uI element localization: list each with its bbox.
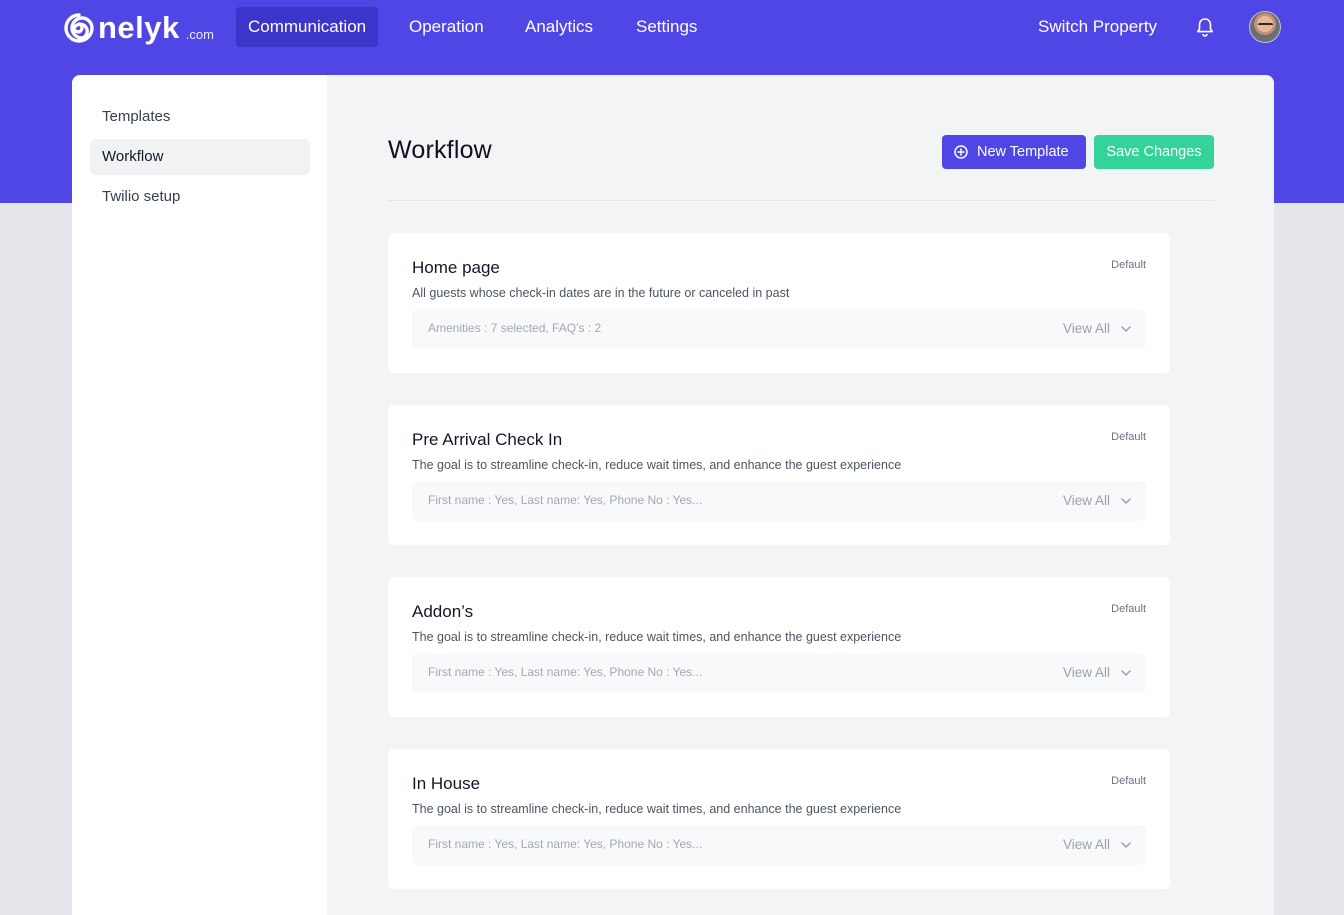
view-all-link[interactable]: View All	[1063, 837, 1110, 852]
card-summary-text: First name : Yes, Last name: Yes, Phone …	[428, 665, 703, 679]
chevron-down-icon[interactable]	[1120, 667, 1132, 679]
card-title: In House	[412, 774, 481, 793]
default-badge: Default	[1111, 431, 1146, 443]
sidebar: Templates Workflow Twilio setup	[72, 75, 327, 915]
tab-settings[interactable]: Settings	[624, 7, 709, 47]
card-description: The goal is to streamline check-in, redu…	[412, 630, 902, 644]
card-summary-text: First name : Yes, Last name: Yes, Phone …	[428, 493, 703, 507]
card-summary-text: First name : Yes, Last name: Yes, Phone …	[428, 837, 703, 851]
view-all-link[interactable]: View All	[1063, 493, 1110, 508]
new-template-label: New Template	[977, 144, 1069, 160]
content-panel: Templates Workflow Twilio setup Workflow…	[72, 75, 1274, 915]
card-title: Addon’s	[412, 602, 474, 621]
card-summary-text: Amenities : 7 selected, FAQ’s : 2	[428, 321, 602, 335]
logo-spiral-icon	[64, 13, 94, 43]
card-summary-row[interactable]: Amenities : 7 selected, FAQ’s : 2 View A…	[412, 309, 1146, 349]
chevron-down-icon[interactable]	[1120, 495, 1132, 507]
card-description: All guests whose check-in dates are in t…	[412, 286, 790, 300]
card-description: The goal is to streamline check-in, redu…	[412, 458, 902, 472]
header-divider	[388, 200, 1214, 201]
new-template-button[interactable]: New Template	[942, 135, 1086, 169]
default-badge: Default	[1111, 775, 1146, 787]
user-avatar[interactable]	[1249, 11, 1281, 43]
card-title: Home page	[412, 258, 500, 277]
card-summary-row[interactable]: First name : Yes, Last name: Yes, Phone …	[412, 653, 1146, 693]
sidebar-item-templates[interactable]: Templates	[90, 99, 310, 135]
workflow-card-pre-arrival-check-in[interactable]: Pre Arrival Check In Default The goal is…	[388, 405, 1170, 545]
top-navigation: nelyk .com Communication Operation Analy…	[0, 0, 1344, 54]
card-title: Pre Arrival Check In	[412, 430, 563, 449]
view-all-link[interactable]: View All	[1063, 665, 1110, 680]
logo-wordmark: nelyk	[98, 10, 180, 45]
workflow-card-home-page[interactable]: Home page Default All guests whose check…	[388, 233, 1170, 373]
workflow-card-in-house[interactable]: In House Default The goal is to streamli…	[388, 749, 1170, 889]
bell-icon[interactable]	[1194, 16, 1216, 38]
tab-analytics[interactable]: Analytics	[513, 7, 605, 47]
switch-property-button[interactable]: Switch Property	[1038, 7, 1157, 47]
logo-tld: .com	[185, 26, 214, 42]
default-badge: Default	[1111, 259, 1146, 271]
tab-operation[interactable]: Operation	[397, 7, 496, 47]
sidebar-item-workflow[interactable]: Workflow	[90, 139, 310, 175]
brand-logo[interactable]: nelyk .com	[62, 10, 214, 46]
save-changes-button[interactable]: Save Changes	[1094, 135, 1214, 169]
workflow-card-addons[interactable]: Addon’s Default The goal is to streamlin…	[388, 577, 1170, 717]
view-all-link[interactable]: View All	[1063, 321, 1110, 336]
default-badge: Default	[1111, 603, 1146, 615]
plus-circle-icon	[954, 145, 968, 159]
tab-communication[interactable]: Communication	[236, 7, 379, 47]
chevron-down-icon[interactable]	[1120, 839, 1132, 851]
page-title: Workflow	[388, 136, 492, 164]
sidebar-item-twilio-setup[interactable]: Twilio setup	[90, 179, 310, 215]
chevron-down-icon[interactable]	[1120, 323, 1132, 335]
card-summary-row[interactable]: First name : Yes, Last name: Yes, Phone …	[412, 825, 1146, 865]
card-description: The goal is to streamline check-in, redu…	[412, 802, 902, 816]
card-summary-row[interactable]: First name : Yes, Last name: Yes, Phone …	[412, 481, 1146, 521]
